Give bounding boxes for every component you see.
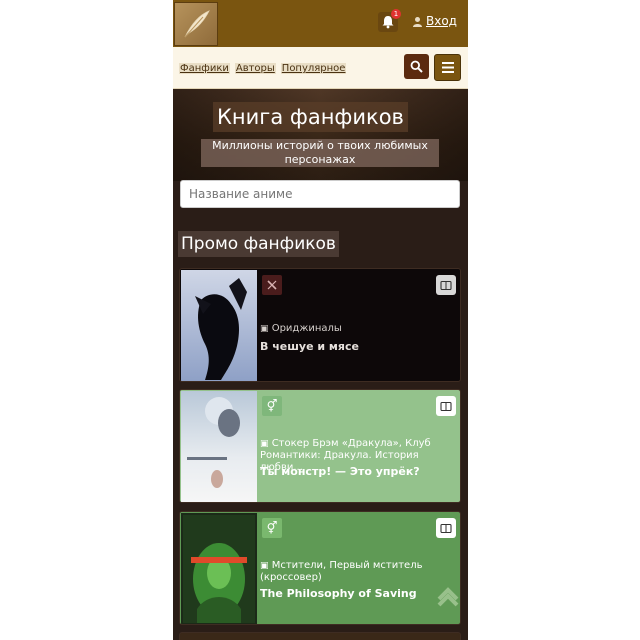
- bookmark-button[interactable]: [436, 275, 456, 295]
- nav-link-authors[interactable]: Авторы: [234, 63, 276, 74]
- fanfic-title[interactable]: В чешуе и мясе: [260, 340, 454, 354]
- notifications-button[interactable]: 1: [378, 9, 401, 32]
- book-icon: ▣: [260, 324, 269, 334]
- promo-card[interactable]: ⚥ ▣ Мстители, Первый мститель (кроссовер…: [179, 511, 461, 625]
- cover-image: [181, 513, 257, 624]
- nav-bar: Фанфики Авторы Популярное: [173, 47, 468, 89]
- hero-subtitle: Миллионы историй о твоих любимых персона…: [201, 139, 439, 167]
- promo-card[interactable]: ⚥ ▣ Стокер Брэм «Дракула», Клуб Романтик…: [179, 389, 461, 503]
- menu-button[interactable]: [434, 54, 461, 81]
- cover-image: [181, 391, 257, 502]
- fanfic-title[interactable]: The Philosophy of Saving: [260, 587, 454, 601]
- hero-title: Книга фанфиков: [213, 102, 408, 132]
- gender-mixed-icon: ⚥: [262, 518, 282, 538]
- hamburger-menu-icon: [441, 62, 454, 73]
- fandom-label: ▣ Мстители, Первый мститель (кроссовер): [260, 560, 423, 583]
- notification-count-badge: 1: [391, 9, 401, 19]
- search-icon: [410, 60, 423, 73]
- quill-logo-icon[interactable]: [174, 2, 218, 46]
- nav-links: Фанфики Авторы Популярное: [179, 63, 347, 74]
- bookmark-button[interactable]: [436, 396, 456, 416]
- anime-search-input[interactable]: [180, 180, 460, 208]
- search-button[interactable]: [404, 54, 429, 79]
- chevron-up-icon: [437, 587, 459, 607]
- promo-card[interactable]: [179, 632, 461, 640]
- cover-image: [181, 270, 257, 381]
- book-icon: [440, 401, 452, 411]
- nav-link-fanfics[interactable]: Фанфики: [179, 63, 230, 74]
- promo-card[interactable]: ▣ Ориджиналы В чешуе и мясе: [179, 268, 461, 382]
- hero-banner: Книга фанфиков Миллионы историй о твоих …: [173, 89, 468, 181]
- book-icon: ▣: [260, 439, 269, 449]
- nav-link-popular[interactable]: Популярное: [280, 63, 347, 74]
- top-header: 1 Вход: [173, 0, 468, 47]
- app-viewport: 1 Вход Фанфики Авторы Популярное Книга ф…: [173, 0, 468, 640]
- fanfic-title[interactable]: Ты монстр! — Это упрёк?: [260, 465, 454, 479]
- book-icon: [440, 523, 452, 533]
- gender-mixed-icon: ⚥: [262, 396, 282, 416]
- book-icon: [440, 280, 452, 290]
- promo-section-title: Промо фанфиков: [178, 231, 339, 257]
- fandom-label: ▣ Ориджиналы: [260, 323, 342, 334]
- scroll-to-top-button[interactable]: [436, 583, 460, 607]
- user-icon: [413, 16, 422, 27]
- book-icon: ▣: [260, 561, 269, 571]
- login-link[interactable]: Вход: [412, 14, 457, 28]
- bookmark-button[interactable]: [436, 518, 456, 538]
- crossed-swords-icon: [262, 275, 282, 295]
- login-label: Вход: [426, 14, 457, 28]
